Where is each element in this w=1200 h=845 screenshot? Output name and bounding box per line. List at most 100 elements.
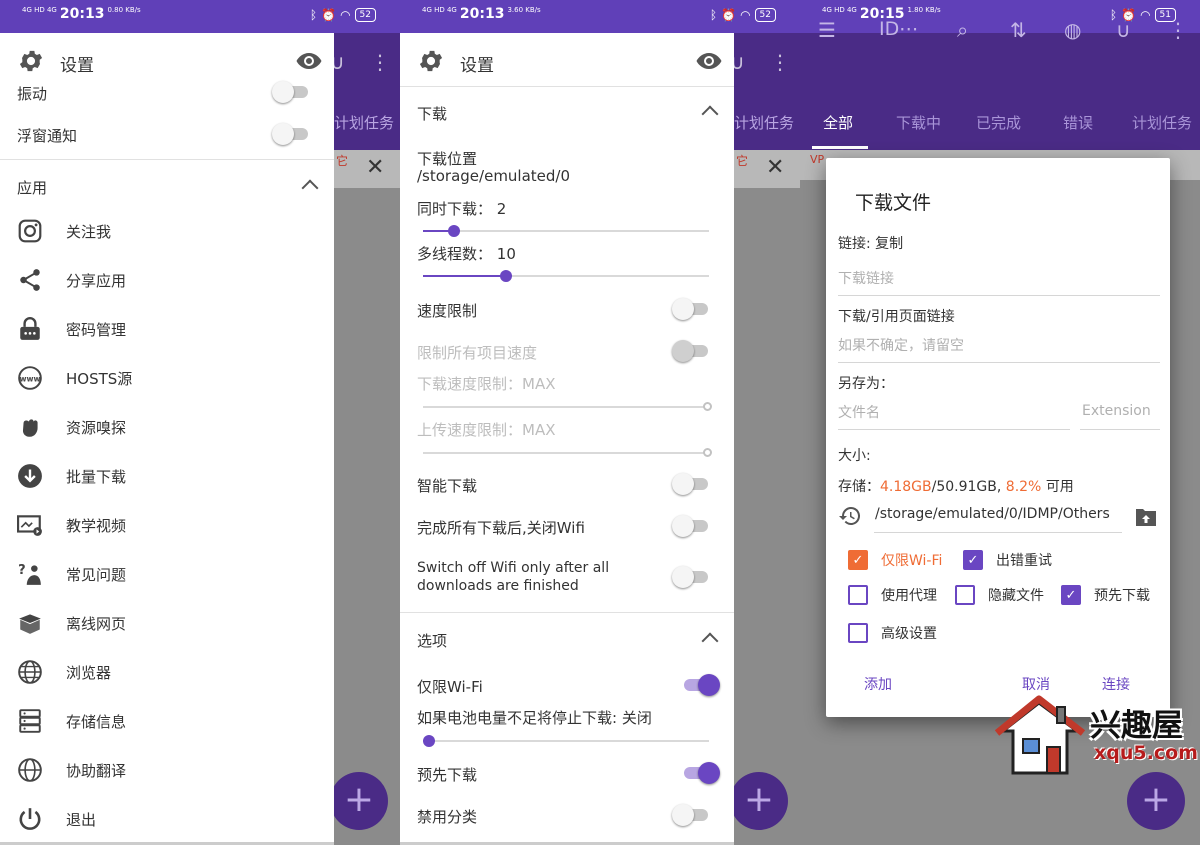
checkbox-advanced[interactable]: 高级设置 [848, 621, 937, 645]
concurrent-slider[interactable] [423, 224, 709, 238]
battery-indicator: 52 [754, 8, 776, 22]
download-location-label[interactable]: 下载位置 [417, 148, 477, 169]
chevron-up-icon[interactable] [301, 179, 319, 197]
menu-item-label: 协助翻译 [66, 761, 127, 780]
gear-icon [19, 50, 43, 72]
menu-item-follow[interactable]: 关注我 [17, 216, 111, 246]
magnet-icon[interactable]: ∪ [1116, 18, 1131, 42]
menu-item-translate[interactable]: 协助翻译 [17, 755, 126, 785]
wifi-off-en-toggle[interactable] [672, 565, 710, 588]
smart-download-toggle[interactable] [672, 472, 710, 495]
save-path[interactable]: /storage/emulated/0/IDMP/Others [875, 506, 1110, 522]
section-options-header[interactable]: 选项 [417, 630, 447, 651]
bluetooth-icon: ᛒ [309, 8, 318, 22]
add-button[interactable]: 添加 [864, 674, 892, 694]
vibrate-label: 振动 [17, 85, 48, 103]
vibrate-toggle[interactable] [272, 80, 310, 103]
menu-icon[interactable]: ☰ [818, 18, 836, 42]
instagram-icon [18, 219, 42, 243]
chevron-up-icon[interactable] [701, 632, 719, 650]
checkbox-label: 隐藏文件 [988, 588, 1044, 604]
menu-item-password[interactable]: 密码管理 [17, 314, 126, 344]
menu-item-browser[interactable]: 浏览器 [17, 657, 111, 687]
tab-downloading[interactable]: 下载中 [896, 112, 941, 133]
cancel-button[interactable]: 取消 [1022, 674, 1050, 694]
settings-drawer: 设置 下载 下载位置 /storage/emulated/0 同时下载： 2 多… [400, 33, 734, 845]
tab-all[interactable]: 全部 [823, 112, 853, 133]
share-icon [20, 269, 40, 291]
status-bar: 4G HD 4G 20:13 3.60 KB/s ᛒ ⏰ ◠ 52 [400, 0, 800, 33]
menu-item-sniffer[interactable]: 资源嗅探 [17, 412, 126, 442]
predownload-label: 预先下载 [417, 766, 478, 784]
download-settings-screen: ⋮ ∪ 计划任务 它 ✕ + 4G HD 4G 20:13 3.60 KB/s ᛒ ⏰… [400, 0, 800, 845]
download-limit-value: MAX [522, 375, 556, 393]
concurrent-row: 同时下载： 2 [417, 198, 506, 219]
disable-category-label: 禁用分类 [417, 808, 478, 826]
wifi-off-en-line2: downloads are finished [417, 578, 579, 594]
predownload-toggle[interactable] [682, 761, 720, 784]
checkbox-proxy[interactable]: 使用代理 [848, 583, 937, 607]
tab-scheduled[interactable]: 计划任务 [1132, 112, 1192, 133]
speed-limit-toggle[interactable] [672, 297, 710, 320]
referer-label: 下载/引用页面链接 [838, 309, 955, 325]
battery-slider[interactable] [423, 734, 709, 748]
download-limit-slider[interactable] [423, 400, 712, 414]
browser-icon[interactable]: ◍ [1064, 18, 1081, 42]
chevron-up-icon[interactable] [701, 105, 719, 123]
wifi-only-toggle[interactable] [682, 673, 720, 696]
network-indicator: 4G HD 4G [22, 6, 57, 14]
checkbox-wifi-only[interactable]: ✓ 仅限Wi-Fi [848, 548, 942, 572]
menu-item-label: 批量下载 [66, 467, 127, 486]
upload-limit-slider[interactable] [423, 446, 712, 460]
link-label[interactable]: 链接: 复制 [838, 233, 903, 253]
disable-category-toggle[interactable] [672, 803, 710, 826]
faq-icon: ? [18, 563, 41, 585]
menu-item-share[interactable]: 分享应用 [17, 265, 126, 295]
menu-item-offline[interactable]: 离线网页 [17, 608, 126, 638]
network-indicator: 4G HD 4G [422, 6, 457, 14]
section-app-header[interactable]: 应用 [17, 177, 47, 198]
backdrop-overflow-icon: ⋮ [770, 50, 790, 74]
tab-completed[interactable]: 已完成 [976, 112, 1021, 133]
page-title: 设置 [460, 56, 494, 76]
saveas-label: 另存为： [838, 376, 894, 392]
search-icon[interactable]: ⌕ [957, 18, 968, 42]
referer-input[interactable]: 如果不确定，请留空 [838, 335, 964, 355]
checkbox-predownload[interactable]: ✓ 预先下载 [1061, 583, 1150, 607]
menu-item-storage[interactable]: 存储信息 [17, 706, 126, 736]
tab-error[interactable]: 错误 [1063, 112, 1093, 133]
menu-item-faq[interactable]: ? 常见问题 [17, 559, 126, 589]
storage-suffix: 可用 [1045, 479, 1074, 495]
folder-upload-icon[interactable] [1134, 506, 1158, 528]
fab-add: + [1127, 772, 1185, 830]
float-notify-toggle[interactable] [272, 122, 310, 145]
checkbox-box [848, 585, 868, 605]
net-speed: 3.60 KB/s [507, 6, 541, 14]
download-circle-icon [18, 464, 42, 488]
menu-item-label: 存储信息 [66, 712, 127, 731]
overflow-menu-icon[interactable]: ⋮ [1168, 18, 1188, 42]
link-input[interactable]: 下载链接 [838, 268, 894, 288]
backdrop-tab-fragment: 计划任务 [734, 114, 795, 132]
eye-icon[interactable] [696, 53, 722, 69]
eye-icon[interactable] [296, 53, 322, 69]
checkbox-hidden-file[interactable]: 隐藏文件 [955, 583, 1044, 607]
section-download-header[interactable]: 下载 [417, 103, 447, 124]
checkbox-retry[interactable]: ✓ 出错重试 [963, 548, 1052, 572]
extension-input[interactable]: Extension [1082, 403, 1151, 419]
menu-item-label: 离线网页 [66, 614, 127, 633]
menu-item-exit[interactable]: 退出 [17, 804, 96, 834]
menu-item-batch[interactable]: 批量下载 [17, 461, 126, 491]
sort-icon[interactable]: ⇅ [1010, 18, 1027, 42]
menu-item-hosts[interactable]: www HOSTS源 [17, 363, 132, 393]
limit-all-toggle[interactable] [672, 339, 710, 362]
divider [400, 86, 734, 87]
filename-input[interactable]: 文件名 [838, 402, 880, 422]
menu-item-tutorial[interactable]: 教学视频 [17, 510, 126, 540]
download-file-dialog: 下载文件 链接: 复制 下载链接 下载/引用页面链接 如果不确定，请留空 另存为… [826, 158, 1170, 717]
menu-item-label: 浏览器 [66, 663, 112, 682]
connect-button[interactable]: 连接 [1102, 674, 1130, 694]
history-icon[interactable] [838, 504, 862, 528]
wifi-off-cn-toggle[interactable] [672, 514, 710, 537]
threads-slider[interactable] [423, 269, 709, 283]
